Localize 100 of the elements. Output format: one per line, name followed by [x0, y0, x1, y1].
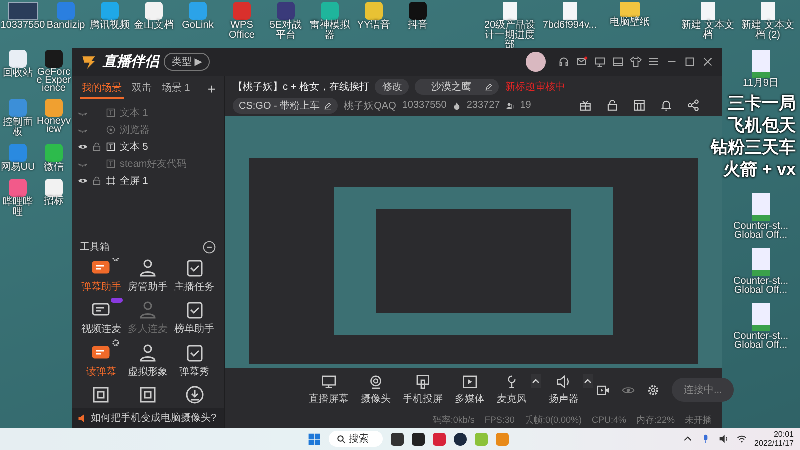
toolbox-heading: 工具箱 — [80, 241, 110, 254]
category-field[interactable]: CS:GO - 带粉上车 — [233, 98, 338, 114]
scene-tab[interactable]: 双击 — [130, 79, 154, 99]
caret-button[interactable] — [531, 374, 541, 388]
lock-icon[interactable] — [92, 142, 102, 152]
video-record-icon[interactable] — [597, 384, 610, 396]
maximize-icon[interactable] — [684, 56, 696, 68]
desktop-shortcut[interactable]: 控制面板 — [0, 99, 36, 138]
desktop-file[interactable]: 20级产品设计一期进度部 — [482, 2, 538, 51]
scene-source-item[interactable]: steam好友代码 — [78, 155, 224, 172]
shortcut-label: 5E对战平台 — [268, 21, 304, 41]
file-label: Counter-st... Global Off... — [732, 332, 790, 350]
scene-source-item[interactable]: 浏览器 — [78, 121, 224, 138]
app-icon — [101, 2, 119, 20]
desktop-shortcut[interactable]: 招标 — [36, 179, 72, 218]
scene-tab[interactable]: 我的场景 — [80, 79, 124, 99]
search-field[interactable]: 搜索 — [329, 431, 383, 447]
desktop-file[interactable]: 11月9日 — [743, 50, 779, 89]
desktop-shortcut[interactable]: Bandizip — [46, 2, 86, 31]
scene-source-item[interactable]: 文本 1 — [78, 104, 224, 121]
review-status: 新标题审核中 — [505, 80, 566, 94]
desktop-shortcut[interactable]: 5E对战平台 — [266, 2, 306, 41]
type-button[interactable]: 类型 ▶ — [164, 53, 210, 71]
source-button[interactable]: 直播屏幕 — [305, 374, 353, 406]
shortcut-label: 微信 — [44, 163, 64, 173]
frame-icon[interactable] — [138, 384, 158, 405]
scene-source-item[interactable]: 全屏 1 — [78, 172, 224, 189]
tool-button[interactable]: 房管助手 — [124, 258, 172, 296]
bell-icon[interactable] — [660, 99, 673, 112]
source-button[interactable]: 摄像头 — [357, 374, 395, 406]
scene-source-item[interactable]: 文本 5 — [78, 138, 224, 155]
shirt-icon[interactable] — [630, 56, 642, 68]
source-button[interactable]: 扬声器 — [545, 374, 583, 406]
app-icon[interactable] — [412, 432, 425, 446]
chevron-up-icon[interactable] — [682, 434, 693, 444]
mail-icon[interactable] — [576, 56, 588, 68]
more-icon[interactable] — [203, 240, 216, 254]
desktop-file[interactable]: 电脑壁纸 — [602, 2, 658, 51]
source-button[interactable]: 麦克风 — [493, 374, 531, 406]
desktop-file[interactable]: 新建 文本文档 — [680, 2, 736, 51]
screen-icon[interactable] — [612, 56, 624, 68]
unlock-icon[interactable] — [606, 99, 619, 112]
tool-button[interactable]: 榜单助手 — [171, 300, 218, 338]
add-scene-button[interactable]: + — [208, 81, 216, 97]
desktop-file[interactable]: Counter-st... Global Off... — [730, 193, 792, 240]
download-icon[interactable] — [184, 384, 205, 405]
edit-button[interactable]: 修改 — [375, 78, 410, 94]
desktop-shortcut[interactable]: 腾讯视频 — [90, 2, 130, 31]
desktop-shortcut[interactable]: GoLink — [178, 2, 218, 31]
scene-tab[interactable]: 场景 1 — [160, 79, 192, 99]
desktop-file[interactable]: Counter-st... Global Off... — [730, 303, 792, 350]
desktop-shortcut[interactable]: 金山文档 — [134, 2, 174, 31]
file-label: 7bd6f994v... — [542, 21, 598, 31]
app-icon[interactable] — [454, 432, 467, 446]
lock-icon[interactable] — [92, 176, 102, 186]
desktop-shortcut[interactable]: 雷神模拟器 — [310, 2, 350, 41]
video-file-icon — [752, 303, 770, 331]
gift-icon[interactable] — [579, 99, 592, 112]
tool-button[interactable]: 视频连麦 — [78, 300, 125, 338]
connect-button[interactable]: 连接中... — [672, 378, 734, 402]
app-icon — [9, 99, 27, 117]
menu-icon[interactable] — [648, 56, 660, 68]
layout-icon[interactable] — [633, 99, 646, 112]
app-icon[interactable] — [391, 432, 404, 446]
desktop-shortcut[interactable]: GeForce Experience — [36, 50, 72, 93]
headset-icon[interactable] — [558, 56, 570, 68]
game-field[interactable]: 沙漠之鹰 — [415, 78, 500, 94]
media-icon — [462, 374, 478, 390]
desktop-shortcut[interactable]: 网易UU — [0, 144, 36, 173]
tool-button[interactable]: 主播任务 — [171, 258, 218, 296]
windows-logo-icon[interactable] — [308, 432, 321, 446]
desktop-shortcut[interactable]: 微信 — [36, 144, 72, 173]
desktop-shortcut[interactable]: YY语音 — [354, 2, 394, 31]
desktop-shortcut[interactable]: WPS Office — [222, 2, 262, 41]
desktop-shortcut[interactable]: 抖音 — [398, 2, 438, 31]
file-label: 11月9日 — [743, 79, 779, 89]
tool-button[interactable]: 读弹幕 — [78, 342, 125, 380]
wifi-icon[interactable] — [736, 434, 747, 444]
avatar[interactable] — [526, 52, 546, 72]
frame-icon[interactable] — [91, 384, 112, 405]
desktop-file[interactable]: 新建 文本文档 (2) — [740, 2, 796, 51]
desktop-file[interactable]: 7bd6f994v... — [542, 2, 598, 51]
tool-button[interactable]: 弹幕助手 — [78, 258, 125, 296]
desktop-file[interactable]: Counter-st... Global Off... — [730, 248, 792, 295]
desktop-shortcut[interactable]: 回收站 — [0, 50, 36, 93]
volume-icon[interactable] — [718, 434, 729, 444]
desktop-shortcut[interactable]: Honeyview — [36, 99, 72, 138]
close-icon[interactable] — [702, 56, 714, 68]
share-icon[interactable] — [687, 99, 700, 112]
caret-button[interactable] — [583, 374, 593, 388]
tool-button[interactable]: 虚拟形象 — [124, 342, 172, 380]
source-button[interactable]: 多媒体 — [451, 374, 489, 406]
tip-bar[interactable]: 如何把手机变成电脑摄像头? — [72, 408, 224, 428]
settings-icon[interactable] — [647, 384, 660, 396]
desktop-shortcut[interactable]: 哔哩哔哩 — [0, 179, 36, 218]
tool-button[interactable]: 弹幕秀 — [171, 342, 218, 380]
clock[interactable]: 20:01 2022/11/17 — [754, 430, 794, 448]
monitor-icon[interactable] — [594, 56, 606, 68]
gear-icon[interactable] — [112, 338, 120, 346]
source-button[interactable]: 手机投屏 — [399, 374, 447, 406]
